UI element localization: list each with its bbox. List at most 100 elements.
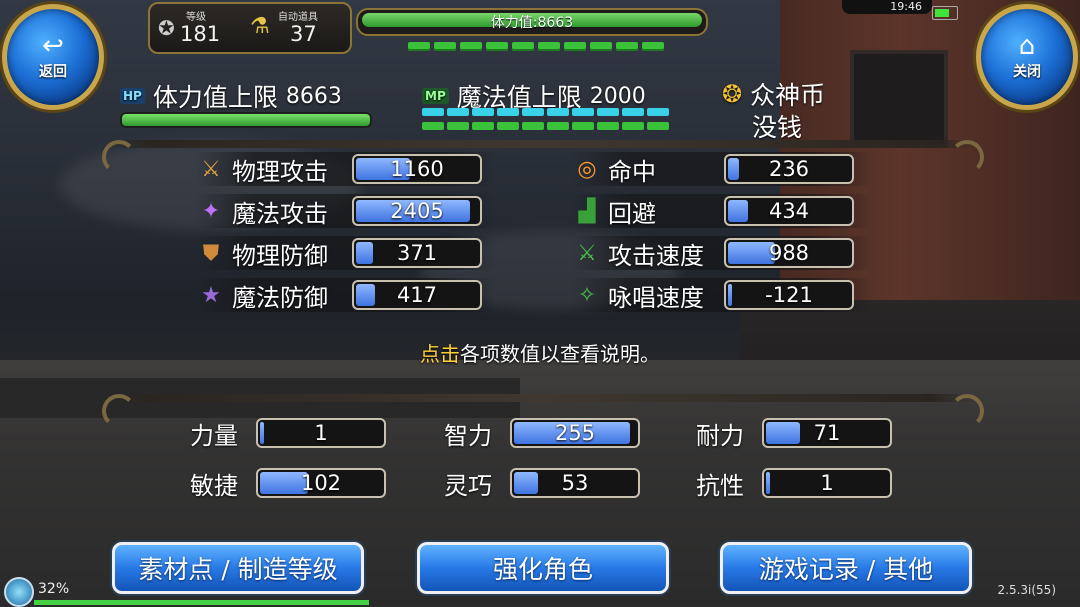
level-icon: ✪ <box>158 16 175 40</box>
stat-value-box: -121 <box>724 280 854 310</box>
hp-max-label: 体力值上限 <box>152 83 278 112</box>
scroll-ornament <box>950 394 984 428</box>
base-stat-label[interactable]: 抗性 <box>696 466 744 501</box>
stat-value-box: 434 <box>724 196 854 226</box>
stat-row[interactable]: ✧ 咏唱速度 -121 <box>572 278 872 312</box>
stat-row[interactable]: ★ 魔法防御 417 <box>196 278 496 312</box>
stat-label: 物理防御 <box>232 241 328 270</box>
stat-label: 回避 <box>608 199 656 228</box>
stat-value: 371 <box>396 241 438 265</box>
staff-icon: ✦ <box>201 198 221 224</box>
stat-label: 命中 <box>608 157 656 186</box>
stat-row[interactable]: ⚔ 物理攻击 1160 <box>196 152 496 186</box>
base-stat-value-box[interactable]: 1 <box>256 418 386 448</box>
hint-text: 点击各项数值以查看说明。 <box>0 338 1080 367</box>
home-icon: ⌂ <box>1018 31 1036 61</box>
base-stat-label[interactable]: 耐力 <box>696 416 744 451</box>
base-stat-value-box[interactable]: 53 <box>510 468 640 498</box>
auto-item-caption: 自动道具 <box>278 12 318 23</box>
mp-up-icon: MP <box>422 88 449 104</box>
stat-label: 魔法攻击 <box>232 199 328 228</box>
return-arrow-icon: ↩ <box>42 31 64 61</box>
auto-item-value: 37 <box>290 22 317 46</box>
divider <box>105 394 975 402</box>
stat-value: 417 <box>396 283 438 307</box>
base-stat-value-box[interactable]: 1 <box>762 468 892 498</box>
stat-label: 攻击速度 <box>608 241 704 270</box>
hp-max-header[interactable]: HP 体力值上限 8663 <box>120 78 342 114</box>
exp-bar: 32% 2.5.3i(55) <box>0 577 1080 607</box>
base-stat-value: 255 <box>554 421 596 445</box>
back-label: 返回 <box>39 64 67 80</box>
stat-label: 物理攻击 <box>232 157 328 186</box>
base-stat-value: 1 <box>820 471 834 495</box>
cast-speed-icon: ✧ <box>577 282 597 308</box>
base-stat-value-box[interactable]: 71 <box>762 418 892 448</box>
sword-icon: ⚔ <box>201 156 221 182</box>
hp-max-bar <box>120 112 372 128</box>
stat-value-box: 2405 <box>352 196 482 226</box>
stat-value-box: 417 <box>352 280 482 310</box>
scroll-ornament <box>950 140 984 174</box>
attack-speed-icon: ⚔ <box>577 240 597 266</box>
base-stat-value: 1 <box>314 421 328 445</box>
divider <box>105 140 975 148</box>
hp-bar-text: 体力值:8663 <box>490 15 574 31</box>
scroll-ornament <box>102 394 136 428</box>
mp-max-value: 2000 <box>589 83 646 109</box>
coin-value: 没钱 <box>752 113 803 142</box>
level-panel: 等级 181 ✪ ⚗ 自动道具 37 <box>148 2 352 54</box>
stat-value: 1160 <box>390 157 444 181</box>
stat-row[interactable]: ⚔ 攻击速度 988 <box>572 236 872 270</box>
stat-value-box: 1160 <box>352 154 482 184</box>
close-label: 关闭 <box>1013 64 1041 80</box>
base-stat-label[interactable]: 智力 <box>444 416 492 451</box>
stat-value: 988 <box>768 241 810 265</box>
mp-segments-top <box>422 108 669 116</box>
stat-row[interactable]: ⛊ 物理防御 371 <box>196 236 496 270</box>
stat-value-box: 236 <box>724 154 854 184</box>
hint-highlight: 点击 <box>420 342 460 366</box>
hp-up-icon: HP <box>120 88 145 104</box>
exp-orb-icon <box>4 577 34 607</box>
mp-segments-bottom <box>422 122 669 130</box>
stat-row[interactable]: ✦ 魔法攻击 2405 <box>196 194 496 228</box>
base-stat-value-box[interactable]: 255 <box>510 418 640 448</box>
version-label: 2.5.3i(55) <box>997 583 1057 597</box>
clock: 19:46 <box>842 0 932 14</box>
potion-icon: ⚗ <box>250 14 270 39</box>
stat-label: 魔法防御 <box>232 283 328 312</box>
exp-percent: 32% <box>38 581 70 597</box>
base-stat-label[interactable]: 灵巧 <box>444 466 492 501</box>
stat-row[interactable]: ◎ 命中 236 <box>572 152 872 186</box>
base-stat-label[interactable]: 力量 <box>190 416 238 451</box>
level-caption: 等级 <box>186 12 206 23</box>
level-value: 181 <box>180 22 221 46</box>
stat-value-box: 988 <box>724 238 854 268</box>
stat-value: 236 <box>768 157 810 181</box>
magic-shield-icon: ★ <box>201 282 221 308</box>
base-stat-value: 71 <box>813 421 841 445</box>
base-stat-value: 102 <box>300 471 342 495</box>
base-stat-label[interactable]: 敏捷 <box>190 466 238 501</box>
boot-icon: ▟ <box>578 198 596 224</box>
stat-value: 2405 <box>390 199 444 223</box>
stat-value: -121 <box>765 283 813 307</box>
stat-label: 咏唱速度 <box>608 283 704 312</box>
coin-icon: ❂ <box>722 80 743 108</box>
stamina-segments <box>408 42 664 51</box>
shield-icon: ⛊ <box>202 240 220 266</box>
close-button[interactable]: ⌂ 关闭 <box>976 4 1078 110</box>
back-button[interactable]: ↩ 返回 <box>2 4 104 110</box>
target-icon: ◎ <box>577 156 597 182</box>
battery-icon <box>932 6 958 20</box>
base-stat-value-box[interactable]: 102 <box>256 468 386 498</box>
hp-max-value: 8663 <box>285 83 342 109</box>
stat-value: 434 <box>768 199 810 223</box>
base-stat-value: 53 <box>561 471 589 495</box>
hp-bar: 体力值:8663 <box>356 8 708 36</box>
hint-rest: 各项数值以查看说明。 <box>460 342 660 366</box>
stat-row[interactable]: ▟ 回避 434 <box>572 194 872 228</box>
scroll-ornament <box>102 140 136 174</box>
coin-header[interactable]: ❂ 众神币 <box>722 76 825 112</box>
